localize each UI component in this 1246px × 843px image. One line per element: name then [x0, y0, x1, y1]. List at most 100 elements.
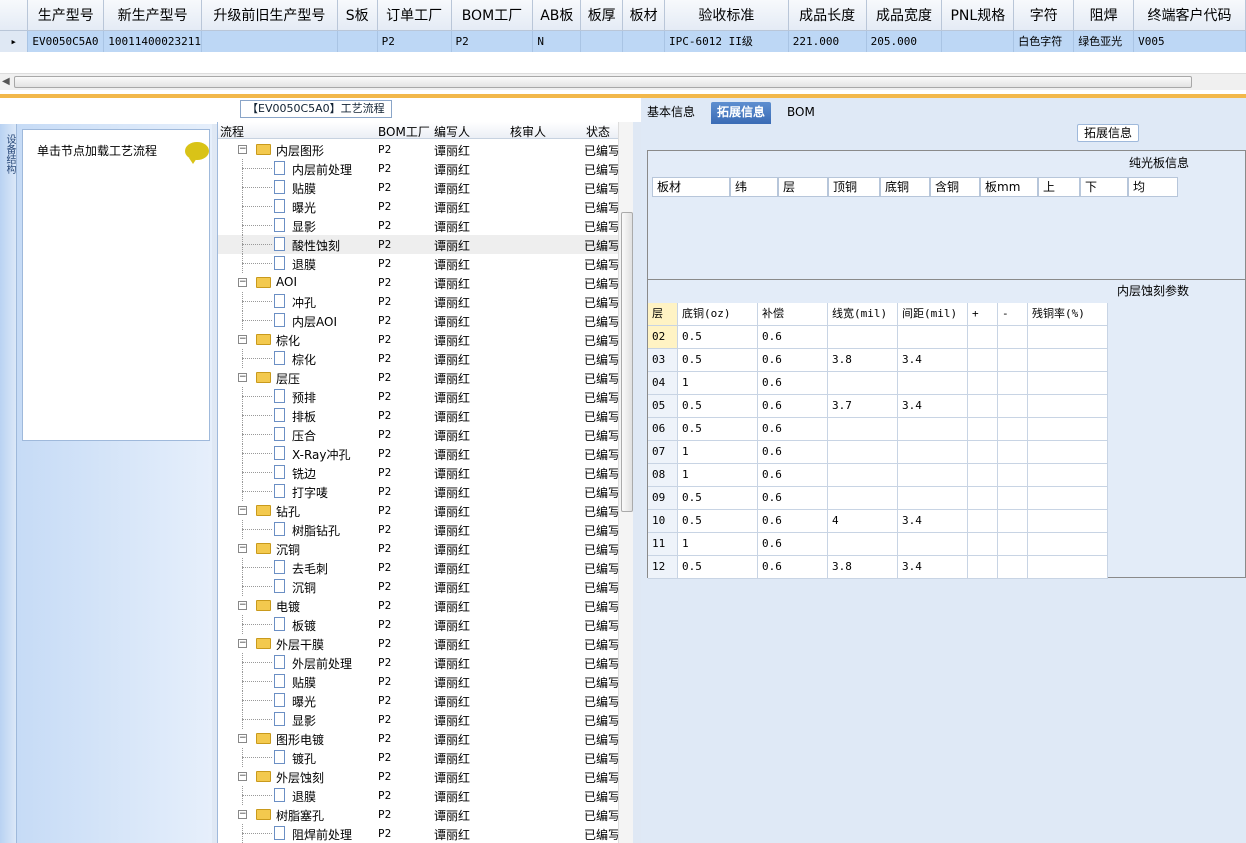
etch-cell[interactable] [968, 487, 998, 510]
etch-cell[interactable] [828, 418, 898, 441]
tree-row[interactable]: − 树脂塞孔 P2 谭丽红 已编写 [218, 805, 618, 824]
grid-header-0[interactable]: 生产型号 [27, 0, 105, 31]
etch-cell[interactable] [1028, 418, 1108, 441]
etch-cell[interactable] [968, 418, 998, 441]
etch-cell[interactable] [828, 441, 898, 464]
etch-cell[interactable]: 0.5 [678, 395, 758, 418]
etch-col-header[interactable]: - [998, 303, 1028, 326]
scroll-left-icon[interactable]: ◀ [2, 76, 10, 87]
collapse-icon[interactable]: − [238, 810, 247, 819]
tree-row[interactable]: 铣边 P2 谭丽红 已编写 [218, 463, 618, 482]
col-writer[interactable]: 编写人 [434, 123, 470, 140]
etch-layer-cell[interactable]: 06 [648, 418, 678, 441]
etch-cell[interactable] [898, 372, 968, 395]
pure-board-col[interactable]: 底铜 [880, 177, 930, 197]
tree-row[interactable]: 压合 P2 谭丽红 已编写 [218, 425, 618, 444]
etch-layer-cell[interactable]: 08 [648, 464, 678, 487]
etch-cell[interactable] [1028, 349, 1108, 372]
tree-row[interactable]: − 钻孔 P2 谭丽红 已编写 [218, 501, 618, 520]
grid-header-10[interactable]: 成品长度 [788, 0, 867, 31]
etch-cell[interactable] [998, 418, 1028, 441]
grid-cell-11[interactable]: 205.000 [866, 30, 943, 52]
tree-row[interactable]: 阻焊前处理 P2 谭丽红 已编写 [218, 824, 618, 843]
collapse-icon[interactable]: − [238, 335, 247, 344]
etch-cell[interactable] [828, 464, 898, 487]
tree-row[interactable]: − 层压 P2 谭丽红 已编写 [218, 368, 618, 387]
etch-cell[interactable] [968, 556, 998, 579]
etch-cell[interactable] [998, 487, 1028, 510]
grid-cell-6[interactable]: N [532, 30, 582, 52]
etch-cell[interactable] [898, 418, 968, 441]
etch-cell[interactable] [998, 510, 1028, 533]
tree-row[interactable]: 显影 P2 谭丽红 已编写 [218, 216, 618, 235]
pure-board-col[interactable]: 顶铜 [828, 177, 880, 197]
etch-cell[interactable] [1028, 441, 1108, 464]
etch-cell[interactable] [968, 464, 998, 487]
etch-cell[interactable] [968, 441, 998, 464]
grid-cell-5[interactable]: P2 [451, 30, 534, 52]
grid-header-11[interactable]: 成品宽度 [866, 0, 943, 31]
etch-cell[interactable] [1028, 533, 1108, 556]
grid-cell-14[interactable]: 绿色亚光 [1073, 30, 1135, 52]
tree-row[interactable]: 冲孔 P2 谭丽红 已编写 [218, 292, 618, 311]
etch-layer-cell[interactable]: 04 [648, 372, 678, 395]
etch-cell[interactable]: 3.4 [898, 349, 968, 372]
etch-cell[interactable]: 0.6 [758, 556, 828, 579]
grid-cell-0[interactable]: EV0050C5A0 [27, 30, 105, 52]
tree-row[interactable]: 去毛刺 P2 谭丽红 已编写 [218, 558, 618, 577]
collapse-icon[interactable]: − [238, 734, 247, 743]
pure-board-col[interactable]: 含铜 [930, 177, 980, 197]
tree-row[interactable]: − 外层干膜 P2 谭丽红 已编写 [218, 634, 618, 653]
etch-cell[interactable]: 0.5 [678, 326, 758, 349]
etch-cell[interactable] [1028, 464, 1108, 487]
etch-col-header[interactable]: 补偿 [758, 303, 828, 326]
tree-row[interactable]: 贴膜 P2 谭丽红 已编写 [218, 178, 618, 197]
grid-cell-13[interactable]: 白色字符 [1013, 30, 1075, 52]
etch-cell[interactable] [828, 372, 898, 395]
etch-cell[interactable]: 0.6 [758, 418, 828, 441]
etch-layer-cell[interactable]: 03 [648, 349, 678, 372]
tree-row[interactable]: 打字唛 P2 谭丽红 已编写 [218, 482, 618, 501]
etch-layer-cell[interactable]: 12 [648, 556, 678, 579]
etch-cell[interactable]: 0.5 [678, 556, 758, 579]
col-status[interactable]: 状态 [586, 123, 610, 140]
grid-cell-12[interactable] [941, 30, 1015, 52]
etch-cell[interactable]: 0.6 [758, 464, 828, 487]
grid-header-9[interactable]: 验收标准 [664, 0, 789, 31]
etch-cell[interactable] [1028, 395, 1108, 418]
etch-cell[interactable] [1028, 510, 1108, 533]
etch-layer-cell[interactable]: 07 [648, 441, 678, 464]
tab-basic-info[interactable]: 基本信息 [641, 102, 701, 124]
etch-cell[interactable] [898, 441, 968, 464]
collapse-icon[interactable]: − [238, 278, 247, 287]
tree-row[interactable]: − 外层蚀刻 P2 谭丽红 已编写 [218, 767, 618, 786]
tree-row[interactable]: 退膜 P2 谭丽红 已编写 [218, 786, 618, 805]
etch-cell[interactable]: 1 [678, 464, 758, 487]
grid-header-12[interactable]: PNL规格 [941, 0, 1015, 31]
etch-cell[interactable]: 3.4 [898, 510, 968, 533]
etch-cell[interactable]: 3.4 [898, 395, 968, 418]
etch-cell[interactable] [828, 533, 898, 556]
tree-row[interactable]: 排板 P2 谭丽红 已编写 [218, 406, 618, 425]
etch-cell[interactable]: 0.5 [678, 418, 758, 441]
etch-cell[interactable] [898, 464, 968, 487]
tree-row[interactable]: 酸性蚀刻 P2 谭丽红 已编写 [218, 235, 618, 254]
grid-cell-9[interactable]: IPC-6012 II级 [664, 30, 789, 52]
tree-row[interactable]: 镀孔 P2 谭丽红 已编写 [218, 748, 618, 767]
pure-board-col[interactable]: 上 [1038, 177, 1080, 197]
grid-header-14[interactable]: 阻焊 [1073, 0, 1135, 31]
collapse-icon[interactable]: − [238, 601, 247, 610]
collapse-icon[interactable]: − [238, 544, 247, 553]
etch-cell[interactable]: 0.6 [758, 326, 828, 349]
tree-row[interactable]: − 内层图形 P2 谭丽红 已编写 [218, 140, 618, 159]
tab-extended-info[interactable]: 拓展信息 [711, 102, 772, 124]
tree-row[interactable]: − 电镀 P2 谭丽红 已编写 [218, 596, 618, 615]
etch-cell[interactable]: 0.6 [758, 349, 828, 372]
etch-layer-cell[interactable]: 05 [648, 395, 678, 418]
grid-cell-4[interactable]: P2 [377, 30, 452, 52]
pure-board-col[interactable]: 层 [778, 177, 828, 197]
etch-cell[interactable] [998, 372, 1028, 395]
tab-bom[interactable]: BOM [781, 102, 821, 124]
etch-cell[interactable]: 0.5 [678, 349, 758, 372]
etch-cell[interactable]: 3.8 [828, 349, 898, 372]
